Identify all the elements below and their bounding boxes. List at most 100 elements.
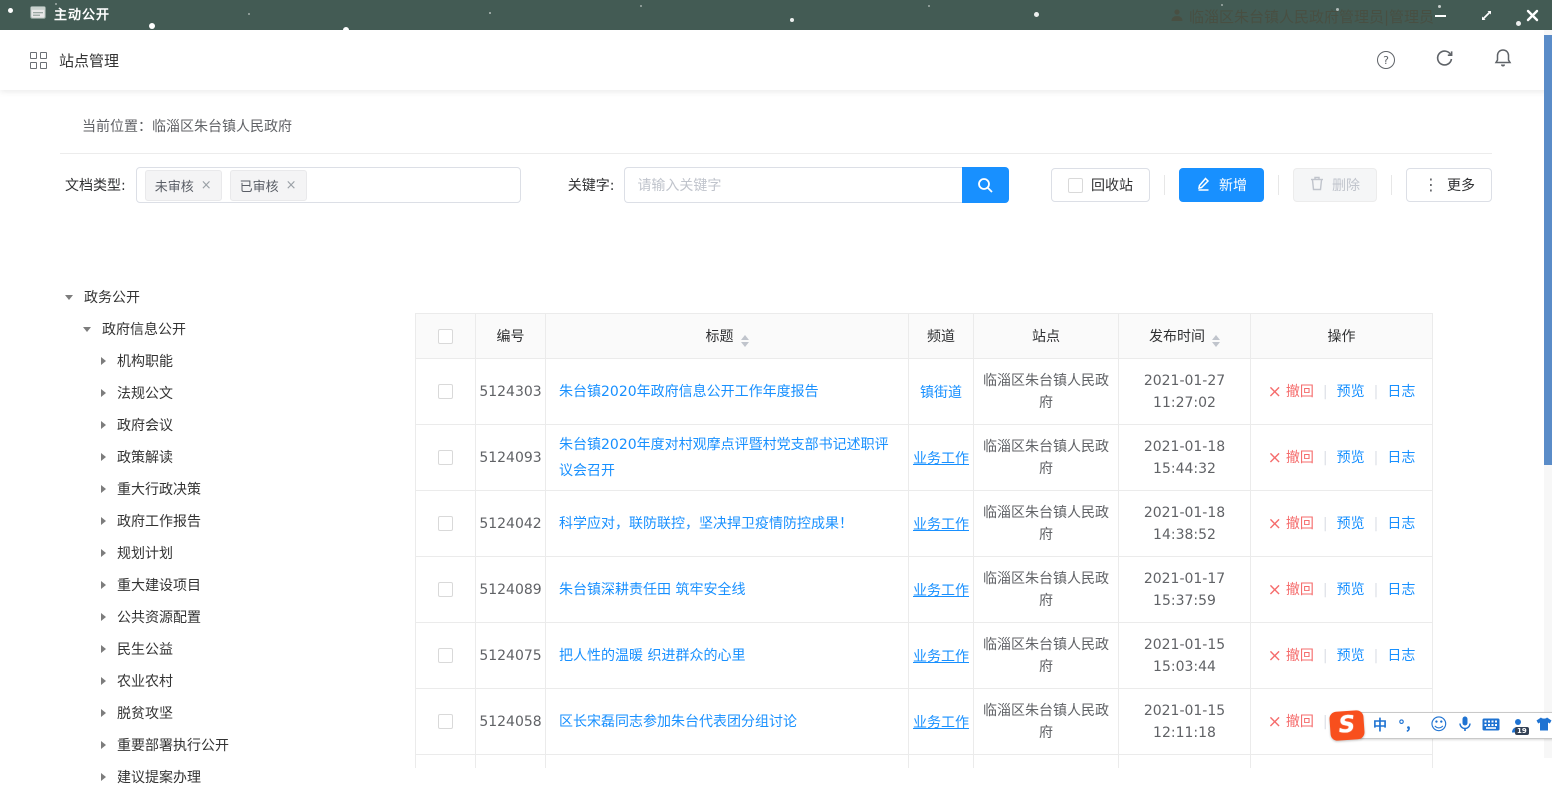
col-title[interactable]: 标题: [546, 314, 909, 359]
row-checkbox[interactable]: [438, 516, 453, 531]
withdraw-action[interactable]: ×撤回: [1268, 714, 1314, 730]
ime-skin-icon[interactable]: [1536, 716, 1552, 735]
withdraw-action[interactable]: ×撤回: [1268, 450, 1314, 466]
withdraw-action[interactable]: ×撤回: [1268, 384, 1314, 400]
ime-emoji-icon[interactable]: ☺: [1430, 717, 1448, 734]
apps-grid-icon[interactable]: [30, 52, 47, 69]
channel-link[interactable]: 业务工作: [913, 649, 969, 665]
tree-item[interactable]: 脱贫攻坚: [65, 697, 415, 729]
remove-tag-icon[interactable]: ×: [286, 178, 297, 193]
tree-item[interactable]: 政府会议: [65, 409, 415, 441]
tree-item[interactable]: 法规公文: [65, 377, 415, 409]
select-all-checkbox[interactable]: [438, 329, 453, 344]
expand-arrow-icon[interactable]: [83, 327, 91, 332]
row-checkbox[interactable]: [438, 582, 453, 597]
collapse-arrow-icon[interactable]: [101, 581, 106, 589]
minimize-button[interactable]: [1432, 7, 1448, 23]
withdraw-action[interactable]: ×撤回: [1268, 648, 1314, 664]
log-action[interactable]: 日志: [1387, 582, 1415, 598]
ime-account-icon[interactable]: 19: [1511, 718, 1525, 733]
document-title-link[interactable]: 朱台镇2020年政府信息公开工作年度报告: [559, 384, 819, 400]
collapse-arrow-icon[interactable]: [101, 421, 106, 429]
tree-item[interactable]: 建议提案办理: [65, 761, 415, 793]
help-icon[interactable]: ?: [1377, 51, 1395, 69]
collapse-arrow-icon[interactable]: [101, 357, 106, 365]
ime-chinese-mode-icon[interactable]: 中: [1373, 719, 1387, 733]
collapse-arrow-icon[interactable]: [101, 549, 106, 557]
log-action[interactable]: 日志: [1387, 648, 1415, 664]
expand-arrow-icon[interactable]: [65, 295, 73, 300]
tree-item[interactable]: 规划计划: [65, 537, 415, 569]
search-button[interactable]: [962, 167, 1009, 203]
tree-item[interactable]: 重大建设项目: [65, 569, 415, 601]
preview-action[interactable]: 预览: [1337, 450, 1365, 466]
ime-punctuation-icon[interactable]: °，: [1398, 719, 1419, 733]
tree-item[interactable]: 民生公益: [65, 633, 415, 665]
preview-action[interactable]: 预览: [1337, 384, 1365, 400]
row-checkbox[interactable]: [438, 648, 453, 663]
collapse-arrow-icon[interactable]: [101, 645, 106, 653]
channel-link[interactable]: 业务工作: [913, 451, 969, 467]
recycle-bin-checkbox[interactable]: [1068, 178, 1083, 193]
vertical-scrollbar[interactable]: [1544, 30, 1552, 758]
tree-item[interactable]: 政府工作报告: [65, 505, 415, 537]
sogou-logo-icon[interactable]: S: [1329, 710, 1365, 741]
collapse-arrow-icon[interactable]: [101, 773, 106, 781]
channel-link[interactable]: 业务工作: [913, 715, 969, 731]
collapse-arrow-icon[interactable]: [101, 517, 106, 525]
collapse-arrow-icon[interactable]: [101, 741, 106, 749]
more-button[interactable]: ⋮ 更多: [1406, 168, 1492, 202]
channel-link[interactable]: 业务工作: [913, 517, 969, 533]
log-action[interactable]: 日志: [1387, 450, 1415, 466]
row-checkbox[interactable]: [438, 384, 453, 399]
document-title-link[interactable]: 科学应对，联防联控，坚决捍卫疫情防控成果！: [559, 516, 853, 532]
collapse-arrow-icon[interactable]: [101, 453, 106, 461]
keyword-input[interactable]: [624, 167, 962, 203]
collapse-arrow-icon[interactable]: [101, 389, 106, 397]
collapse-arrow-icon[interactable]: [101, 613, 106, 621]
withdraw-action[interactable]: ×撤回: [1268, 516, 1314, 532]
remove-tag-icon[interactable]: ×: [201, 178, 212, 193]
scrollbar-thumb[interactable]: [1544, 35, 1552, 465]
tree-item[interactable]: 重要部署执行公开: [65, 729, 415, 761]
tree-item[interactable]: 重大行政决策: [65, 473, 415, 505]
notifications-bell-icon[interactable]: [1494, 48, 1512, 72]
ime-keyboard-icon[interactable]: [1482, 716, 1500, 735]
log-action[interactable]: 日志: [1387, 516, 1415, 532]
recycle-bin-button[interactable]: 回收站: [1051, 168, 1150, 202]
tree-item[interactable]: 农业农村: [65, 665, 415, 697]
doc-type-select[interactable]: 未审核 × 已审核 ×: [136, 167, 521, 203]
collapse-arrow-icon[interactable]: [101, 709, 106, 717]
tree-item[interactable]: 政务公开: [65, 281, 415, 313]
refresh-icon[interactable]: [1435, 49, 1454, 72]
collapse-arrow-icon[interactable]: [101, 485, 106, 493]
close-button[interactable]: [1524, 7, 1540, 23]
channel-link[interactable]: 镇街道: [920, 385, 962, 401]
document-title-link[interactable]: 区长宋磊同志参加朱台代表团分组讨论: [559, 714, 797, 730]
sort-icon[interactable]: [741, 335, 749, 347]
filter-tag-reviewed[interactable]: 已审核 ×: [230, 170, 307, 201]
tree-item[interactable]: 政府信息公开: [65, 313, 415, 345]
ime-microphone-icon[interactable]: [1459, 716, 1471, 736]
preview-action[interactable]: 预览: [1337, 582, 1365, 598]
tree-item[interactable]: 政策解读: [65, 441, 415, 473]
add-button[interactable]: 新增: [1179, 168, 1264, 202]
sort-icon[interactable]: [1212, 335, 1220, 347]
channel-link[interactable]: 业务工作: [913, 583, 969, 599]
preview-action[interactable]: 预览: [1337, 516, 1365, 532]
row-checkbox[interactable]: [438, 450, 453, 465]
row-checkbox[interactable]: [438, 714, 453, 729]
filter-tag-unreviewed[interactable]: 未审核 ×: [145, 170, 222, 201]
document-title-link[interactable]: 朱台镇2020年度对村观摩点评暨村党支部书记述职评议会召开: [559, 437, 889, 479]
maximize-button[interactable]: [1478, 7, 1494, 23]
withdraw-action[interactable]: ×撤回: [1268, 582, 1314, 598]
collapse-arrow-icon[interactable]: [101, 677, 106, 685]
document-title-link[interactable]: 朱台镇深耕责任田 筑牢安全线: [559, 582, 745, 598]
tree-item[interactable]: 公共资源配置: [65, 601, 415, 633]
delete-button[interactable]: 删除: [1293, 168, 1377, 202]
tree-item[interactable]: 机构职能: [65, 345, 415, 377]
preview-action[interactable]: 预览: [1337, 648, 1365, 664]
col-time[interactable]: 发布时间: [1119, 314, 1251, 359]
document-title-link[interactable]: 把人性的温暖 织进群众的心里: [559, 648, 745, 664]
log-action[interactable]: 日志: [1387, 384, 1415, 400]
